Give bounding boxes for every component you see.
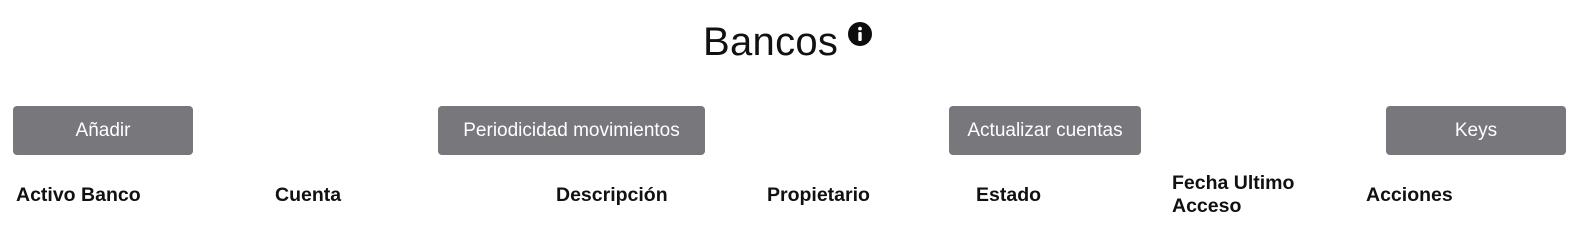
periodicity-movements-button[interactable]: Periodicidad movimientos	[438, 106, 705, 155]
info-icon[interactable]	[848, 22, 872, 46]
add-button[interactable]: Añadir	[13, 106, 193, 155]
update-accounts-button[interactable]: Actualizar cuentas	[949, 106, 1141, 155]
page-header: Bancos	[0, 0, 1585, 80]
column-header-estado[interactable]: Estado	[976, 184, 1041, 207]
info-icon-glyph	[858, 26, 862, 41]
keys-button[interactable]: Keys	[1386, 106, 1566, 155]
column-header-activo-banco[interactable]: Activo Banco	[16, 184, 141, 207]
page-title: Bancos	[703, 20, 839, 64]
column-header-propietario[interactable]: Propietario	[767, 184, 870, 207]
column-header-acciones: Acciones	[1366, 184, 1453, 206]
column-header-descripcion[interactable]: Descripción	[556, 184, 668, 207]
column-header-fecha-ultimo-acceso[interactable]: Fecha Ultimo Acceso	[1172, 172, 1312, 218]
column-header-cuenta[interactable]: Cuenta	[275, 184, 341, 207]
